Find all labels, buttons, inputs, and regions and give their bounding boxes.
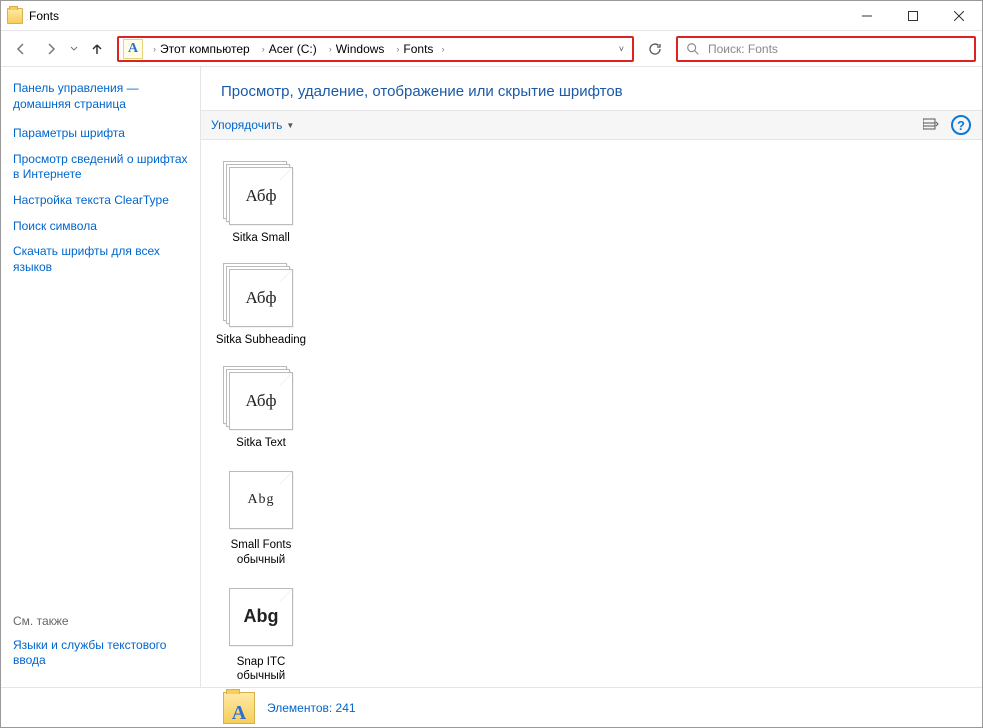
breadcrumb-item[interactable]: ›Acer (C:) [256, 38, 323, 60]
font-preview-text: Abg [229, 471, 293, 529]
chevron-right-icon: › [396, 44, 399, 54]
window-title: Fonts [29, 9, 59, 23]
chevron-right-icon: › [329, 44, 332, 54]
control-panel-home-link[interactable]: Панель управления — домашняя страница [13, 81, 188, 112]
font-item[interactable]: Abg Snap ITC обычный [208, 580, 314, 687]
statusbar: A Элементов: 241 [1, 687, 982, 727]
view-options-button[interactable] [920, 114, 942, 136]
font-preview-thumb: Абф [223, 263, 299, 327]
sidebar-link-find-char[interactable]: Поиск символа [13, 215, 188, 239]
chevron-right-icon: › [153, 44, 156, 54]
help-button[interactable]: ? [950, 114, 972, 136]
font-preview-text: Абф [229, 269, 293, 327]
navbar: A ›Этот компьютер ›Acer (C:) ›Windows ›F… [1, 31, 982, 67]
recent-dropdown[interactable] [67, 35, 81, 63]
chevron-right-icon: › [441, 44, 444, 54]
content-area: Просмотр, удаление, отображение или скры… [201, 67, 982, 687]
font-preview-text: Абф [229, 372, 293, 430]
fonts-folder-icon: A [223, 692, 255, 724]
chevron-down-icon: ▼ [286, 121, 294, 130]
address-dropdown[interactable]: ˅ [611, 44, 632, 54]
font-preview-text: Абф [229, 167, 293, 225]
sidebar: Панель управления — домашняя страница Па… [1, 67, 201, 687]
search-box[interactable]: Поиск: Fonts [676, 36, 976, 62]
sidebar-link-font-info-online[interactable]: Просмотр сведений о шрифтах в Интернете [13, 148, 188, 187]
font-item[interactable]: Abg Small Fonts обычный [208, 463, 314, 572]
fonts-folder-icon: A [123, 39, 143, 59]
item-count: Элементов: 241 [267, 701, 356, 715]
organize-button[interactable]: Упорядочить ▼ [211, 118, 294, 132]
font-preview-text: Abg [229, 588, 293, 646]
close-button[interactable] [936, 1, 982, 31]
refresh-button[interactable] [640, 36, 670, 62]
search-icon [686, 42, 700, 56]
font-preview-thumb: Абф [223, 161, 299, 225]
font-label: Sitka Small [232, 231, 290, 245]
folder-icon [7, 8, 23, 24]
font-item[interactable]: Абф Sitka Text [208, 361, 314, 455]
font-preview-thumb: Abg [223, 585, 299, 649]
font-preview-thumb: Abg [223, 468, 299, 532]
font-label: Snap ITC обычный [213, 655, 309, 684]
font-label: Sitka Subheading [216, 333, 306, 347]
sidebar-link-font-settings[interactable]: Параметры шрифта [13, 122, 188, 146]
sidebar-link-download-fonts[interactable]: Скачать шрифты для всех языков [13, 240, 188, 279]
font-grid[interactable]: Абф Sitka Small Абф Sitka Subheading Абф Sitk… [201, 140, 982, 687]
toolbar: Упорядочить ▼ ? [201, 110, 982, 140]
up-button[interactable] [83, 35, 111, 63]
font-item[interactable]: Абф Sitka Subheading [208, 258, 314, 352]
see-also-heading: См. также [13, 614, 188, 628]
sidebar-link-cleartype[interactable]: Настройка текста ClearType [13, 189, 188, 213]
maximize-button[interactable] [890, 1, 936, 31]
breadcrumb-item[interactable]: ›Этот компьютер [147, 38, 256, 60]
chevron-right-icon: › [262, 44, 265, 54]
minimize-button[interactable] [844, 1, 890, 31]
breadcrumb-item[interactable]: ›Windows [323, 38, 391, 60]
address-bar[interactable]: A ›Этот компьютер ›Acer (C:) ›Windows ›F… [117, 36, 634, 62]
breadcrumb-item[interactable]: ›Fonts› [390, 38, 450, 60]
sidebar-link-languages[interactable]: Языки и службы текстового ввода [13, 634, 188, 673]
font-item[interactable]: Абф Sitka Small [208, 156, 314, 250]
search-placeholder: Поиск: Fonts [708, 42, 778, 56]
titlebar: Fonts [1, 1, 982, 31]
font-preview-thumb: Абф [223, 366, 299, 430]
back-button[interactable] [7, 35, 35, 63]
font-label: Sitka Text [236, 436, 286, 450]
font-label: Small Fonts обычный [213, 538, 309, 567]
forward-button[interactable] [37, 35, 65, 63]
page-heading: Просмотр, удаление, отображение или скры… [201, 67, 982, 110]
